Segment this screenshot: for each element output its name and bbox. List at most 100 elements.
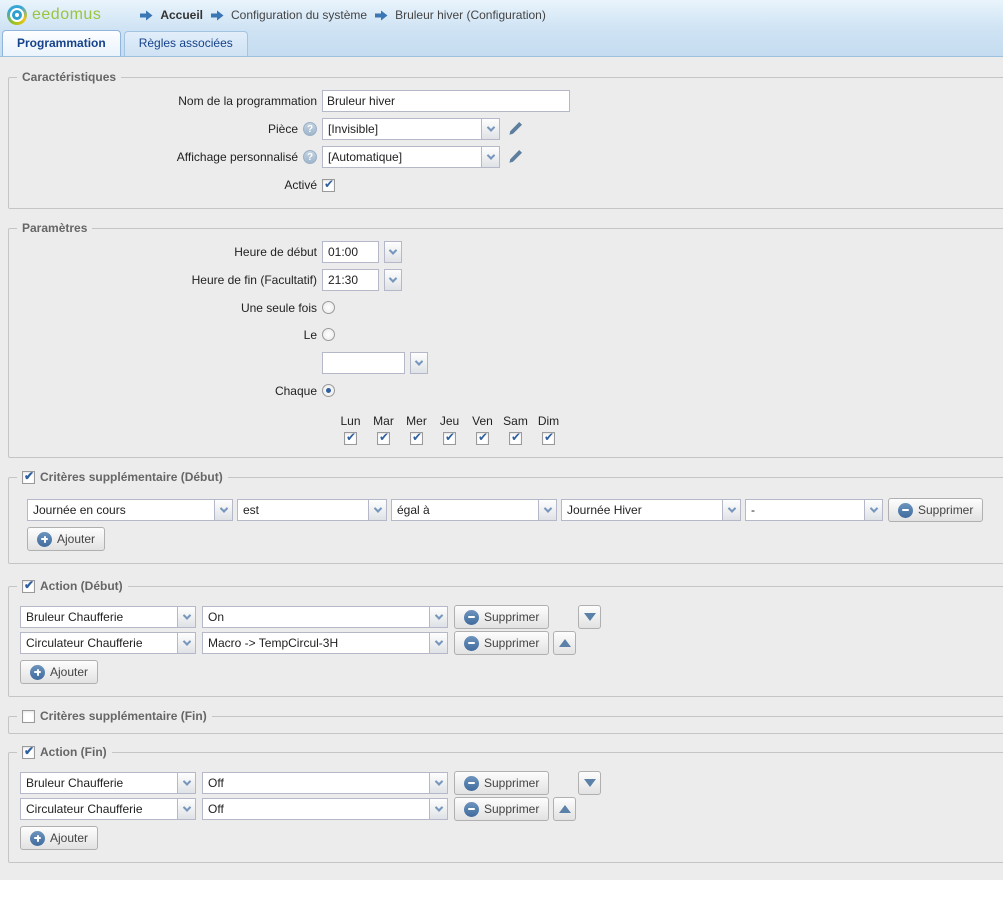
criteres-fin-enable-checkbox[interactable] [22,710,35,723]
une-seule-fois-radio[interactable] [322,301,335,314]
piece-value: [Invisible] [322,118,482,140]
move-up-button[interactable] [553,631,576,655]
supprimer-critere-button[interactable]: Supprimer [888,498,983,522]
heure-debut-combobox[interactable]: 01:00 [322,241,402,263]
day-checkbox-sam[interactable] [509,432,522,445]
move-up-button[interactable] [553,797,576,821]
day-label-ven: Ven [466,414,499,428]
action-debut-enable-checkbox[interactable] [22,580,35,593]
dropdown-trigger[interactable] [430,798,448,820]
breadcrumb: Accueil Configuration du système Bruleur… [139,8,546,22]
chaque-radio[interactable] [322,384,335,397]
supprimer-action-button[interactable]: Supprimer [454,797,549,821]
criteres-debut-enable-checkbox[interactable] [22,471,35,484]
edit-pencil-icon[interactable] [507,149,523,165]
piece-label: Pièce [268,122,298,136]
dropdown-trigger[interactable] [384,269,402,291]
eedomus-logo[interactable]: eedomus [7,5,101,25]
day-checkbox-jeu[interactable] [443,432,456,445]
dropdown-trigger[interactable] [178,798,196,820]
dropdown-trigger[interactable] [178,632,196,654]
le-radio[interactable] [322,328,335,341]
critere-value-combobox[interactable]: Journée Hiver [561,499,741,521]
action-device-combobox[interactable]: Circulateur Chaufferie [20,632,196,654]
legend-criteres-fin: Critères supplémentaire (Fin) [17,709,212,723]
dropdown-trigger[interactable] [178,772,196,794]
dropdown-trigger[interactable] [865,499,883,521]
button-label: Supprimer [918,503,973,517]
critere-subject-combobox[interactable]: Journée en cours [27,499,233,521]
help-icon[interactable]: ? [303,122,317,136]
tab-programmation[interactable]: Programmation [2,30,121,56]
help-icon[interactable]: ? [303,150,317,164]
action-device-combobox[interactable]: Bruleur Chaufferie [20,772,196,794]
fieldset-action-fin: Action (Fin) Bruleur Chaufferie Off Supp… [8,745,1003,863]
dropdown-trigger[interactable] [539,499,557,521]
fieldset-caracteristiques: Caractéristiques Nom de la programmation… [8,70,1003,209]
heure-fin-combobox[interactable]: 21:30 [322,269,402,291]
dropdown-trigger[interactable] [410,352,428,374]
affichage-combobox[interactable]: [Automatique] [322,146,500,168]
dropdown-trigger[interactable] [178,606,196,628]
piece-combobox[interactable]: [Invisible] [322,118,500,140]
day-label-lun: Lun [334,414,367,428]
supprimer-action-button[interactable]: Supprimer [454,771,549,795]
breadcrumb-item-accueil[interactable]: Accueil [160,8,203,22]
dropdown-trigger[interactable] [430,772,448,794]
plus-circle-icon [37,532,52,547]
ajouter-action-button[interactable]: Ajouter [20,826,98,850]
action-value-combobox[interactable]: Off [202,772,448,794]
dropdown-trigger[interactable] [482,118,500,140]
ajouter-action-button[interactable]: Ajouter [20,660,98,684]
supprimer-action-button[interactable]: Supprimer [454,605,549,629]
day-checkbox-mar[interactable] [377,432,390,445]
triangle-up-icon [559,639,571,647]
day-label-mar: Mar [367,414,400,428]
date-combobox[interactable] [322,352,428,374]
days-of-week: Lun Mar Mer Jeu Ven Sam Dim [334,414,1003,445]
dropdown-trigger[interactable] [369,499,387,521]
critere-value-value: Journée Hiver [561,499,723,521]
heure-fin-label: Heure de fin (Facultatif) [9,273,322,287]
dropdown-trigger[interactable] [430,606,448,628]
move-down-button[interactable] [578,771,601,795]
day-checkbox-lun[interactable] [344,432,357,445]
dropdown-trigger[interactable] [482,146,500,168]
dropdown-trigger[interactable] [430,632,448,654]
action-fin-enable-checkbox[interactable] [22,746,35,759]
critere-operator-combobox[interactable]: égal à [391,499,557,521]
nom-input[interactable] [322,90,570,112]
ajouter-critere-button[interactable]: Ajouter [27,527,105,551]
day-checkbox-mer[interactable] [410,432,423,445]
dropdown-trigger[interactable] [215,499,233,521]
minus-circle-icon [464,636,479,651]
action-value-combobox[interactable]: Off [202,798,448,820]
dropdown-trigger[interactable] [723,499,741,521]
fieldset-action-debut: Action (Début) Bruleur Chaufferie On Sup… [8,579,1003,697]
tab-regles-associees[interactable]: Règles associées [124,31,248,56]
move-down-button[interactable] [578,605,601,629]
dropdown-trigger[interactable] [384,241,402,263]
legend-text: Paramètres [22,221,87,235]
edit-pencil-icon[interactable] [507,121,523,137]
affichage-label: Affichage personnalisé [177,150,298,164]
button-label: Ajouter [50,831,88,845]
action-device-combobox[interactable]: Bruleur Chaufferie [20,606,196,628]
eedomus-logo-icon [7,5,27,25]
day-checkbox-ven[interactable] [476,432,489,445]
critere-extra-combobox[interactable]: - [745,499,883,521]
action-value-combobox[interactable]: Macro -> TempCircul-3H [202,632,448,654]
nom-label: Nom de la programmation [9,94,322,108]
button-label: Supprimer [484,802,539,816]
breadcrumb-item-current[interactable]: Bruleur hiver (Configuration) [395,8,546,22]
breadcrumb-item-configuration[interactable]: Configuration du système [231,8,367,22]
day-checkbox-dim[interactable] [542,432,555,445]
action-device-combobox[interactable]: Circulateur Chaufferie [20,798,196,820]
active-checkbox[interactable] [322,179,335,192]
supprimer-action-button[interactable]: Supprimer [454,631,549,655]
chevron-down-icon [486,123,494,131]
une-seule-fois-label: Une seule fois [9,301,322,315]
action-value-combobox[interactable]: On [202,606,448,628]
chevron-down-icon [486,151,494,159]
critere-verb-combobox[interactable]: est [237,499,387,521]
